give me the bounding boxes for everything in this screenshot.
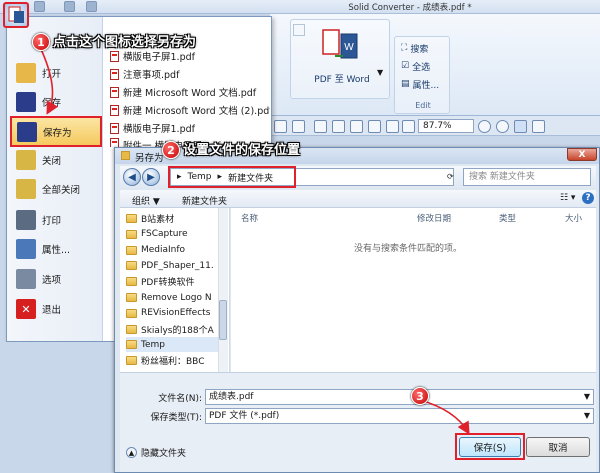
step2-text: 设置文件的保存位置: [183, 143, 301, 158]
arrow-step1: [39, 46, 59, 115]
step-badge-3: 3: [411, 387, 429, 405]
step1-text: 点击这个图标选择另存为: [53, 35, 197, 50]
arrow-step3: [419, 399, 470, 435]
annotation-arrows: [39, 46, 470, 435]
step-badge-2: 2: [162, 141, 180, 159]
step-badge-1: 1: [32, 33, 50, 51]
